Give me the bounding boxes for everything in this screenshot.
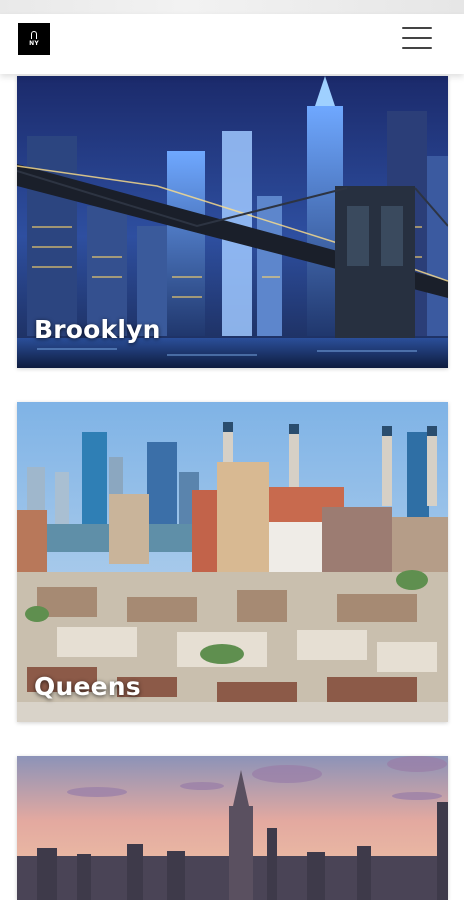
manhattan-sunset-skyline-image	[17, 756, 448, 900]
logo-lettering: NY	[29, 40, 39, 47]
menu-line	[402, 27, 432, 29]
card-brooklyn[interactable]: Brooklyn	[17, 76, 448, 368]
card-queens[interactable]: Queens	[17, 402, 448, 722]
menu-line	[402, 47, 432, 49]
site-header: NY	[0, 14, 464, 74]
card-manhattan[interactable]	[17, 756, 448, 900]
logo-icon[interactable]: NY	[18, 23, 50, 55]
top-strip	[0, 0, 464, 14]
hamburger-menu-icon[interactable]	[400, 24, 434, 52]
card-label-queens: Queens	[34, 672, 141, 701]
menu-line	[402, 37, 432, 39]
card-label-brooklyn: Brooklyn	[34, 315, 161, 344]
logo-mark	[31, 31, 37, 39]
